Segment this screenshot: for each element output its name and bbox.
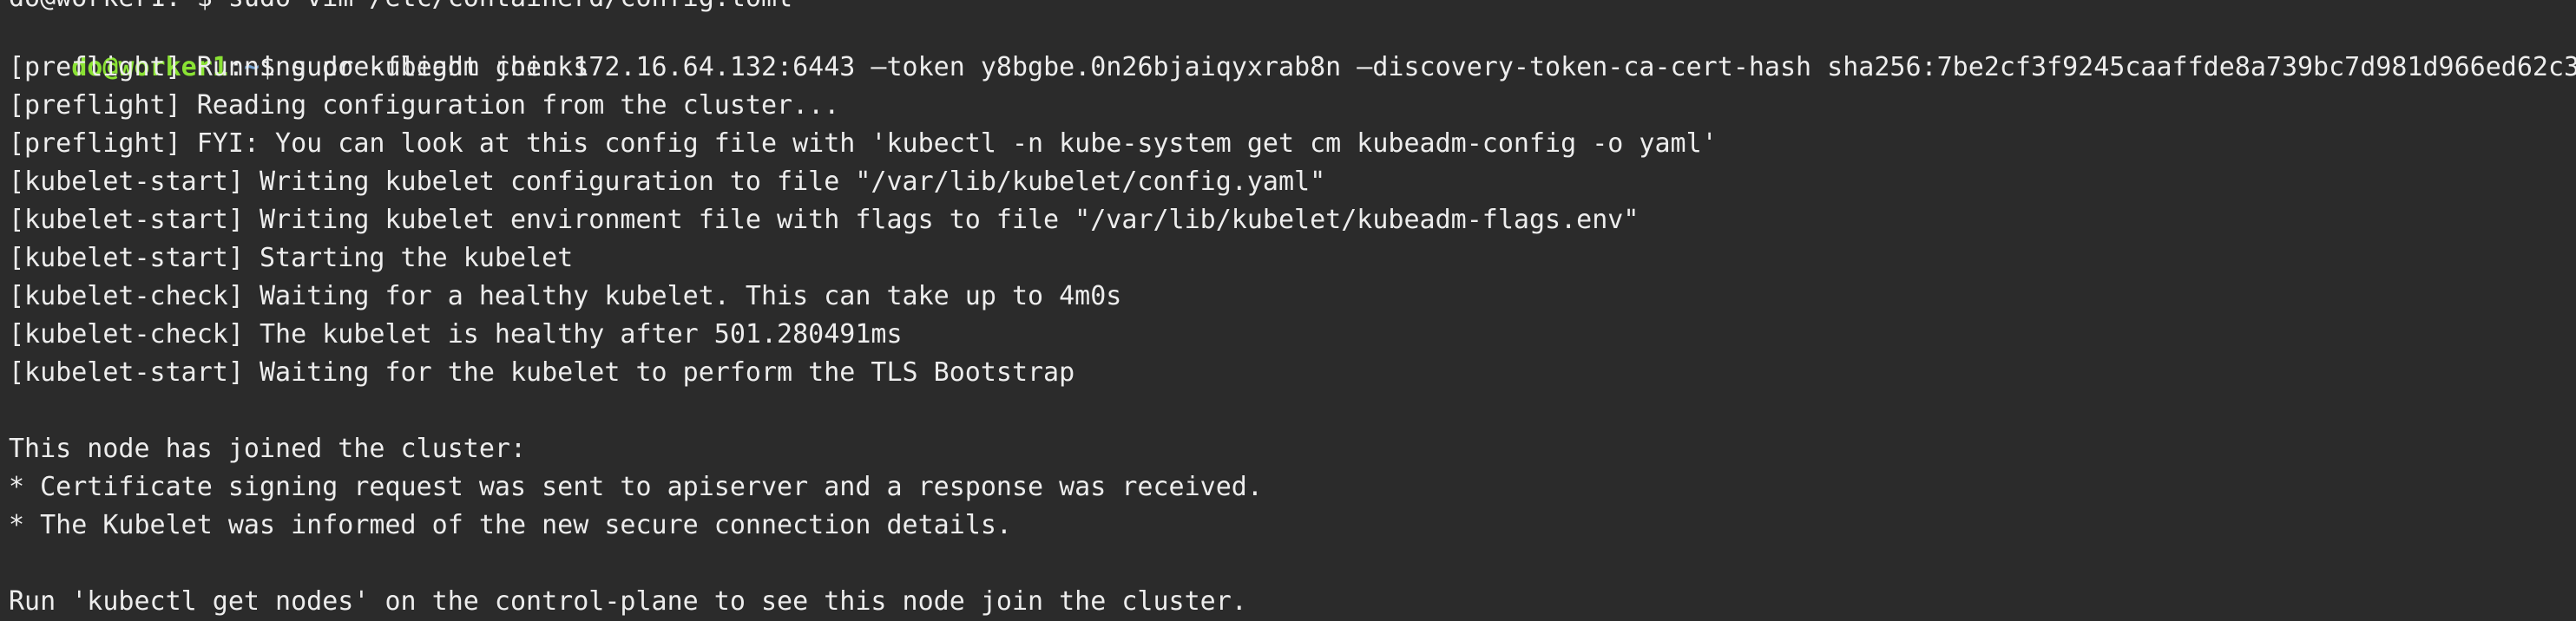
output-line: [preflight] FYI: You can look at this co… bbox=[9, 128, 1718, 159]
command-line[interactable]: do@worker1:~$ sudo kubeadm join 172.16.6… bbox=[9, 10, 2576, 82]
command-text: sudo kubeadm join 172.16.64.132:6443 —to… bbox=[291, 52, 2576, 82]
output-line: [kubelet-check] The kubelet is healthy a… bbox=[9, 319, 903, 350]
output-line: * Certificate signing request was sent t… bbox=[9, 472, 1263, 502]
output-line: [preflight] Reading configuration from t… bbox=[9, 90, 840, 121]
output-line: This node has joined the cluster: bbox=[9, 434, 527, 464]
output-line: * The Kubelet was informed of the new se… bbox=[9, 510, 1012, 540]
output-line: [preflight] Running pre-flight checks bbox=[9, 52, 589, 82]
terminal-window[interactable]: do@worker1:~$ sudo vim /etc/containerd/c… bbox=[0, 0, 2576, 621]
output-line: [kubelet-start] Writing kubelet environm… bbox=[9, 205, 1640, 235]
output-line: [kubelet-check] Waiting for a healthy ku… bbox=[9, 281, 1122, 311]
output-line: Run 'kubectl get nodes' on the control-p… bbox=[9, 586, 1247, 617]
output-line: [kubelet-start] Waiting for the kubelet … bbox=[9, 357, 1075, 388]
output-line: [kubelet-start] Writing kubelet configur… bbox=[9, 167, 1326, 197]
output-line: [kubelet-start] Starting the kubelet bbox=[9, 243, 574, 273]
